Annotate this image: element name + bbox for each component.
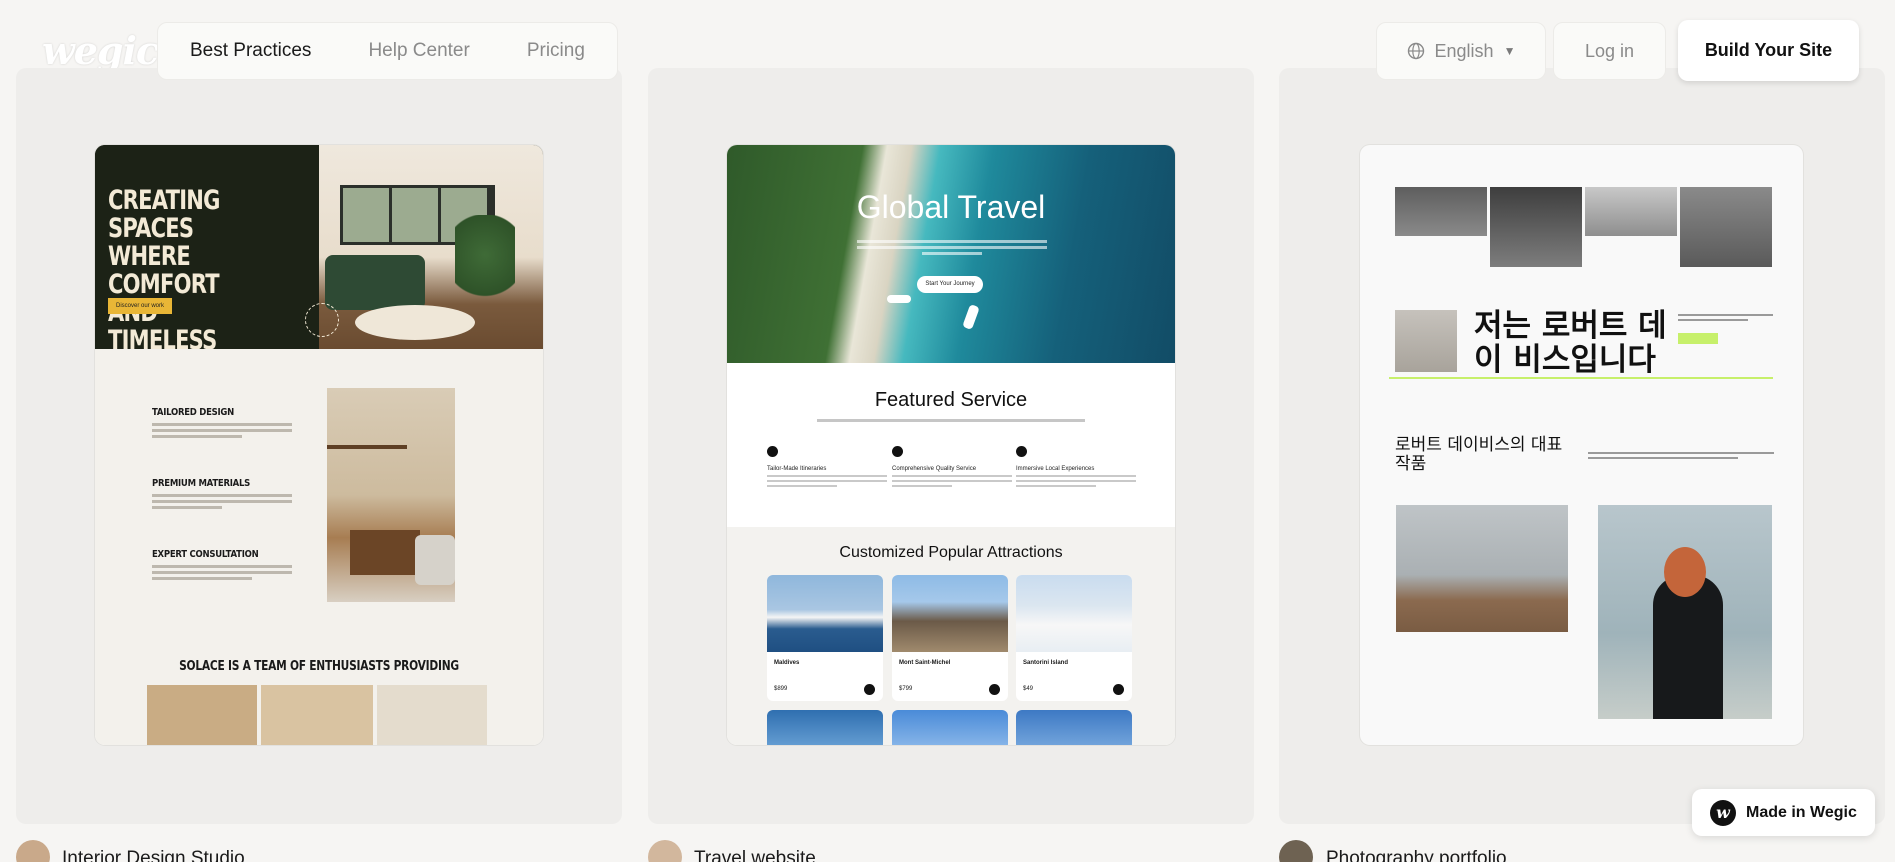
caret-down-icon: ▼ xyxy=(1503,44,1516,58)
page: wegic Best Practices Help Center Pricing… xyxy=(0,0,1895,862)
attraction-card-mont-saint-michel[interactable]: Mont Saint-Michel $799 xyxy=(892,575,1008,701)
nav-help-center[interactable]: Help Center xyxy=(368,40,469,62)
language-selector[interactable]: English ▼ xyxy=(1376,22,1546,80)
author-avatar xyxy=(1279,840,1313,862)
plant-graphic xyxy=(455,215,515,315)
nav-best-practices[interactable]: Best Practices xyxy=(190,40,311,62)
sofa-graphic xyxy=(325,255,425,310)
travel-preview[interactable]: Global Travel Start Your Journey Feature… xyxy=(727,145,1175,745)
woman-by-sea-photo xyxy=(1598,505,1772,719)
author-avatar xyxy=(16,840,50,862)
card-label-interior[interactable]: Interior Design Studio xyxy=(62,848,245,862)
attractions-title: Customized Popular Attractions xyxy=(839,544,1063,561)
build-your-site-button[interactable]: Build Your Site xyxy=(1678,20,1859,81)
feature-tailored: TAILORED DESIGN xyxy=(152,407,292,441)
armchair-graphic xyxy=(415,535,455,585)
discover-button[interactable]: Discover our work xyxy=(108,298,173,314)
start-journey-button[interactable]: Start Your Journey xyxy=(917,276,983,293)
interior-subtitle: SOLACE IS A TEAM OF ENTHUSIASTS PROVIDIN… xyxy=(179,659,459,674)
interior-hero-title: CREATING SPACES WHERE COMFORT AND TIMELE… xyxy=(108,185,220,356)
featured-service-title: Featured Service xyxy=(874,389,1028,411)
man-on-rocks-photo xyxy=(1396,505,1568,632)
travel-hero-title: Global Travel xyxy=(856,189,1046,225)
service-1: Tailor-Made Itineraries xyxy=(767,446,887,490)
login-button[interactable]: Log in xyxy=(1553,22,1666,80)
interior-hero: CREATING SPACES WHERE COMFORT AND TIMELE… xyxy=(95,145,543,355)
wegic-icon: w xyxy=(1710,799,1736,826)
arrow-button-icon[interactable] xyxy=(864,684,875,695)
interior-preview[interactable]: CREATING SPACES WHERE COMFORT AND TIMELE… xyxy=(95,145,543,745)
made-in-wegic-label: Made in Wegic xyxy=(1746,803,1857,821)
language-label: English xyxy=(1434,40,1494,61)
bw-photo-3 xyxy=(1585,187,1677,236)
feature-consultation: EXPERT CONSULTATION xyxy=(152,549,292,583)
attraction-card-4[interactable] xyxy=(767,710,883,745)
room-thumb-1 xyxy=(147,685,257,745)
feature-materials: PREMIUM MATERIALS xyxy=(152,478,292,512)
arrow-button-icon[interactable] xyxy=(1113,684,1124,695)
bw-photo-2 xyxy=(1490,187,1582,267)
photography-preview[interactable]: 저는 로버트 데이 비스입니다 로버트 데이비스의 대표 작품 xyxy=(1360,145,1803,745)
room-thumb-2 xyxy=(261,685,373,745)
portrait-photo xyxy=(1395,310,1457,372)
bw-photo-4 xyxy=(1680,187,1772,267)
nav-pricing[interactable]: Pricing xyxy=(527,40,585,62)
works-title: 로버트 데이비스의 대표 작품 xyxy=(1395,435,1563,474)
top-nav: Best Practices Help Center Pricing xyxy=(157,22,618,80)
rug-graphic xyxy=(355,305,475,340)
wegic-logo[interactable]: wegic xyxy=(42,28,159,73)
boat-graphic-2 xyxy=(887,295,911,303)
arrow-button-icon[interactable] xyxy=(989,684,1000,695)
globe-icon xyxy=(1407,42,1424,60)
bw-photo-1 xyxy=(1395,187,1487,236)
card-label-photography[interactable]: Photography portfolio xyxy=(1326,848,1507,862)
contact-tag[interactable] xyxy=(1678,333,1718,344)
template-card-photography[interactable]: 저는 로버트 데이 비스입니다 로버트 데이비스의 대표 작품 xyxy=(1279,68,1885,824)
attraction-card-6[interactable] xyxy=(1016,710,1132,745)
template-card-interior[interactable]: CREATING SPACES WHERE COMFORT AND TIMELE… xyxy=(16,68,622,824)
author-avatar xyxy=(648,840,682,862)
made-in-wegic-badge[interactable]: w Made in Wegic xyxy=(1692,789,1875,836)
service-2: Comprehensive Quality Service xyxy=(892,446,1012,490)
attraction-card-maldives[interactable]: Maldives $899 xyxy=(767,575,883,701)
card-label-travel[interactable]: Travel website xyxy=(694,848,816,862)
seal-icon xyxy=(305,303,339,337)
room-thumb-3 xyxy=(377,685,487,745)
template-card-travel[interactable]: Global Travel Start Your Journey Feature… xyxy=(648,68,1254,824)
photography-hero-title: 저는 로버트 데이 비스입니다 xyxy=(1474,308,1667,378)
attraction-card-santorini[interactable]: Santorini Island $49 xyxy=(1016,575,1132,701)
attraction-card-5[interactable] xyxy=(892,710,1008,745)
sideboard-graphic xyxy=(350,530,420,575)
shelf-graphic xyxy=(327,445,407,449)
service-3: Immersive Local Experiences xyxy=(1016,446,1136,490)
